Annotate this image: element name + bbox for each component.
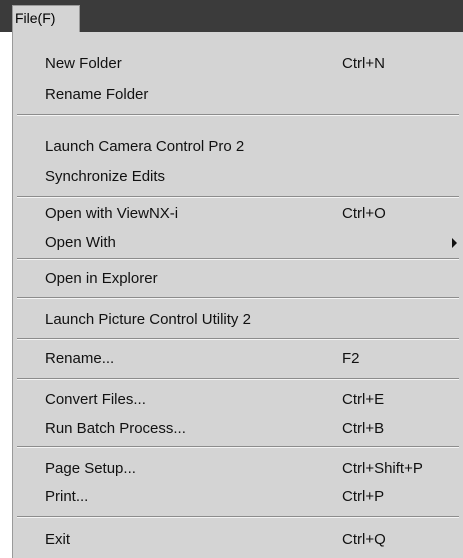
menu-item-shortcut: Ctrl+O (342, 205, 386, 222)
menu-item-label: Print... (45, 488, 89, 505)
submenu-arrow-icon (452, 238, 457, 248)
menu-item-new-folder[interactable]: New Folder Ctrl+N (13, 50, 463, 78)
menu-item-launch-camera-control-pro[interactable]: Launch Camera Control Pro 2 (13, 133, 463, 161)
menu-item-label: Rename Folder (45, 86, 149, 103)
menu-item-label: Run Batch Process... (45, 420, 186, 437)
file-menu[interactable]: File(F) (12, 5, 80, 32)
menu-item-label: Rename... (45, 350, 115, 367)
menu-item-open-with[interactable]: Open With (13, 229, 463, 257)
menu-separator (17, 378, 459, 380)
menu-item-run-batch-process[interactable]: Run Batch Process... Ctrl+B (13, 415, 463, 443)
menu-item-launch-picture-control-utility[interactable]: Launch Picture Control Utility 2 (13, 306, 463, 334)
menu-item-shortcut: Ctrl+Q (342, 531, 386, 548)
menu-item-shortcut: Ctrl+E (342, 391, 385, 408)
menu-separator (17, 516, 459, 518)
menu-separator (17, 338, 459, 340)
menu-separator (17, 297, 459, 299)
menu-item-open-in-explorer[interactable]: Open in Explorer (13, 265, 463, 293)
menu-item-shortcut: F2 (342, 350, 360, 367)
menu-bar: File(F) (0, 0, 463, 32)
menu-item-print[interactable]: Print... Ctrl+P (13, 483, 463, 511)
menu-item-label: Exit (45, 531, 71, 548)
menu-item-label: Convert Files... (45, 391, 146, 408)
menu-item-shortcut: Ctrl+Shift+P (342, 460, 423, 477)
menu-separator (17, 258, 459, 260)
menu-item-label: Launch Camera Control Pro 2 (45, 138, 245, 155)
menu-item-label: Open in Explorer (45, 270, 158, 287)
menu-item-convert-files[interactable]: Convert Files... Ctrl+E (13, 386, 463, 414)
menu-item-shortcut: Ctrl+B (342, 420, 385, 437)
menu-item-label: Synchronize Edits (45, 168, 166, 185)
menu-item-rename-folder[interactable]: Rename Folder (13, 81, 463, 109)
menu-separator (17, 446, 459, 448)
menu-separator (17, 114, 459, 116)
menu-item-page-setup[interactable]: Page Setup... Ctrl+Shift+P (13, 455, 463, 483)
file-dropdown-menu: New Folder Ctrl+N Rename Folder Launch C… (12, 32, 463, 558)
menu-item-shortcut: Ctrl+N (342, 55, 385, 72)
menu-item-label: Launch Picture Control Utility 2 (45, 311, 251, 328)
menu-item-shortcut: Ctrl+P (342, 488, 385, 505)
menu-item-label: Open With (45, 234, 116, 251)
menu-item-label: Page Setup... (45, 460, 136, 477)
menu-item-rename[interactable]: Rename... F2 (13, 345, 463, 373)
menu-item-exit[interactable]: Exit Ctrl+Q (13, 526, 463, 554)
menu-separator (17, 196, 459, 198)
menu-item-label: New Folder (45, 55, 122, 72)
menu-item-label: Open with ViewNX-i (45, 205, 179, 222)
menu-item-open-with-viewnx[interactable]: Open with ViewNX-i Ctrl+O (13, 200, 463, 228)
menu-item-synchronize-edits[interactable]: Synchronize Edits (13, 163, 463, 191)
